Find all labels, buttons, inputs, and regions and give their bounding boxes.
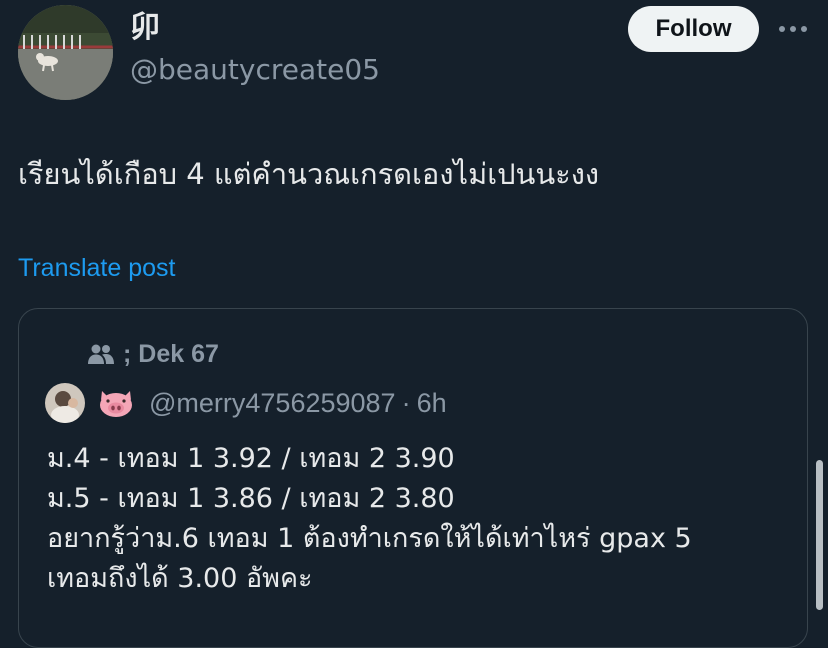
quote-timestamp[interactable]: 6h <box>417 388 447 419</box>
follow-button[interactable]: Follow <box>628 6 759 52</box>
pig-face-icon <box>97 387 135 419</box>
translate-post-link[interactable]: Translate post <box>18 250 175 286</box>
quote-body: ม.4 - เทอม 1 3.92 / เทอม 2 3.90 ม.5 - เท… <box>47 439 692 599</box>
more-horizontal-icon[interactable] <box>776 14 810 44</box>
quote-author-handle[interactable]: @merry4756259087 <box>149 388 396 419</box>
quote-line: ม.4 - เทอม 1 3.92 / เทอม 2 3.90 <box>47 443 455 474</box>
quote-line: อยากรู้ว่าม.6 เทอม 1 ต้องทำเกรดให้ได้เท่… <box>47 523 692 554</box>
scrollbar-thumb[interactable] <box>816 460 823 610</box>
quote-author-row: @merry4756259087 · 6h <box>45 383 447 423</box>
community-name[interactable]: ; Dek 67 <box>123 340 219 369</box>
community-label-row: ; Dek 67 <box>87 339 219 369</box>
author-avatar[interactable] <box>18 5 113 100</box>
quote-line: ม.5 - เทอม 1 3.86 / เทอม 2 3.80 <box>47 483 455 514</box>
quote-author-avatar[interactable] <box>45 383 85 423</box>
author-handle[interactable]: @beautycreate05 <box>130 52 380 88</box>
community-people-icon <box>87 343 115 365</box>
quote-line: เทอมถึงได้ 3.00 อัพคะ <box>47 563 313 594</box>
author-display-name[interactable]: 卯 <box>130 10 160 46</box>
quoted-post-card[interactable]: ; Dek 67 @merry4756259087 · 6h ม.4 - เทอ… <box>18 308 808 648</box>
tweet-text: เรียนได้เกือบ 4 แต่คำนวณเกรดเองไม่เปนนะง… <box>18 157 600 191</box>
separator-dot: · <box>401 387 411 418</box>
